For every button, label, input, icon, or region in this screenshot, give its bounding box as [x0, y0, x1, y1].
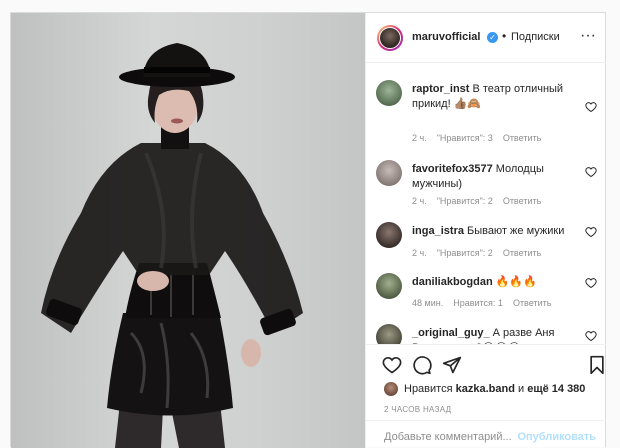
- comment-username[interactable]: raptor_inst: [412, 83, 469, 95]
- comment-likes[interactable]: "Нравится": 3: [437, 133, 493, 143]
- comment-meta: 2 ч. "Нравится": 3 Ответить: [412, 133, 551, 143]
- heart-icon[interactable]: [382, 355, 402, 375]
- author-username[interactable]: maruvofficial: [412, 31, 480, 43]
- avatar[interactable]: [384, 382, 398, 396]
- comment-text: inga_istra Бывают же мужики: [412, 224, 572, 239]
- comment-text: daniliakbogdan 🔥🔥🔥: [412, 275, 572, 290]
- comment-likes[interactable]: "Нравится": 2: [437, 196, 493, 206]
- reply-button[interactable]: Ответить: [503, 196, 541, 206]
- heart-icon[interactable]: [585, 277, 597, 289]
- comment-username[interactable]: inga_istra: [412, 225, 464, 237]
- post-timestamp[interactable]: 2 ЧАСОВ НАЗАД: [384, 405, 451, 414]
- heart-icon[interactable]: [585, 166, 597, 178]
- likes-prefix: Нравится: [404, 383, 453, 395]
- bookmark-icon[interactable]: [588, 355, 606, 375]
- heart-icon[interactable]: [585, 101, 597, 113]
- share-icon[interactable]: [442, 355, 462, 375]
- comment-time: 48 мин.: [412, 298, 444, 308]
- likes-count[interactable]: ещё 14 380: [527, 383, 585, 395]
- reply-button[interactable]: Ответить: [503, 133, 541, 143]
- comment-input[interactable]: [384, 431, 514, 443]
- comment-likes[interactable]: Нравится: 1: [453, 298, 503, 308]
- avatar[interactable]: [376, 273, 402, 299]
- comment-text: favoritefox3577 Молодцы мужчины): [412, 162, 572, 192]
- separator-dot: •: [502, 29, 507, 43]
- author-avatar[interactable]: [377, 25, 403, 51]
- check-icon: ✓: [487, 32, 498, 43]
- more-horizontal-icon[interactable]: ···: [580, 27, 596, 45]
- likes-middle: и: [517, 383, 525, 395]
- comment-username[interactable]: daniliakbogdan: [412, 276, 493, 288]
- comment-time: 2 ч.: [412, 133, 427, 143]
- comment-username[interactable]: _original_guy_: [412, 327, 490, 339]
- add-comment-bar: Опубликовать: [366, 420, 606, 448]
- comment-username[interactable]: favoritefox3577: [412, 163, 493, 175]
- post-card: maruvofficial ✓ • Подписки ··· raptor_in…: [10, 12, 606, 448]
- comment-body: Бывают же мужики: [466, 225, 565, 237]
- post-header: maruvofficial ✓ • Подписки ···: [366, 13, 606, 63]
- comment-text: raptor_inst В театр отличный прикид! 👍🏽🙈: [412, 82, 572, 112]
- comments-list[interactable]: raptor_inst В театр отличный прикид! 👍🏽🙈 …: [366, 64, 606, 344]
- avatar[interactable]: [376, 324, 402, 344]
- comment-time: 2 ч.: [412, 248, 427, 258]
- post-side-panel: maruvofficial ✓ • Подписки ··· raptor_in…: [365, 13, 606, 448]
- comment-meta: 2 ч. "Нравится": 2 Ответить: [412, 248, 551, 258]
- avatar[interactable]: [376, 80, 402, 106]
- comment-meta: 2 ч. "Нравится": 2 Ответить: [412, 196, 551, 206]
- comment-time: 2 ч.: [412, 196, 427, 206]
- avatar[interactable]: [376, 160, 402, 186]
- reply-button[interactable]: Ответить: [503, 248, 541, 258]
- avatar[interactable]: [376, 222, 402, 248]
- publish-button[interactable]: Опубликовать: [517, 431, 596, 443]
- likes-user[interactable]: kazka.band: [456, 383, 515, 395]
- heart-icon[interactable]: [585, 330, 597, 342]
- likes-text: Нравится kazka.band и ещё 14 380: [404, 383, 585, 395]
- follow-status-button[interactable]: Подписки: [511, 31, 560, 43]
- comment-icon[interactable]: [412, 355, 432, 375]
- photo-illustration: [41, 43, 303, 448]
- post-photo[interactable]: [11, 13, 365, 448]
- comment-likes[interactable]: "Нравится": 2: [437, 248, 493, 258]
- post-actions: [366, 344, 606, 375]
- comment-body: 🔥🔥🔥: [495, 276, 537, 288]
- comment-text: _original_guy_А разве Аня Вы в одежке?😂😂…: [412, 326, 572, 344]
- comment-meta: 48 мин. Нравится: 1 Ответить: [412, 298, 561, 308]
- heart-icon[interactable]: [585, 226, 597, 238]
- reply-button[interactable]: Ответить: [513, 298, 551, 308]
